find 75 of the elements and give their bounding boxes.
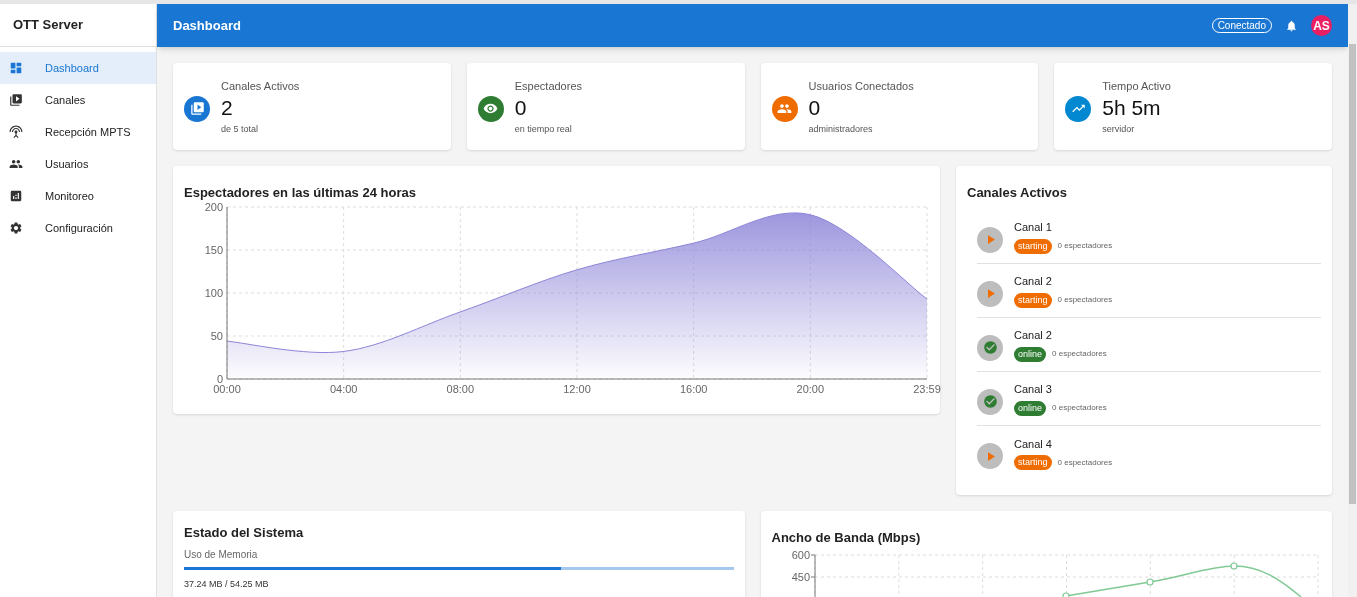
- card-title: Estado del Sistema: [184, 525, 304, 540]
- axis-tick-label: 150: [204, 244, 223, 256]
- video-library-icon: [189, 101, 205, 116]
- stat-label: Tiempo Activo: [1102, 78, 1171, 93]
- settings-icon: [9, 221, 23, 235]
- stat-caption: servidor: [1102, 122, 1136, 135]
- stat-label: Canales Activos: [221, 78, 300, 93]
- status-badge: starting: [1014, 455, 1052, 471]
- nav-item[interactable]: Dashboard: [0, 52, 156, 84]
- axis-tick-label: 04:00: [329, 383, 358, 395]
- antenna-icon: [9, 125, 23, 139]
- app-title: OTT Server: [13, 16, 84, 35]
- channel-name: Canal 2: [1014, 328, 1053, 344]
- notification-bell-icon[interactable]: [1285, 18, 1298, 33]
- eye-icon: [483, 101, 499, 116]
- nav-item[interactable]: Usuarios: [0, 148, 156, 180]
- axis-tick-label: 12:00: [563, 383, 591, 395]
- dashboard-icon: [9, 61, 23, 75]
- stat-value: 5h 5m: [1102, 94, 1162, 121]
- axis-tick-label: 23:59: [913, 383, 941, 395]
- video-library-icon: [9, 93, 23, 107]
- channel-row[interactable]: Canal 2 online 0 espectadores: [977, 318, 1321, 372]
- stat-label: Usuarios Conectados: [808, 78, 914, 93]
- status-badge: online: [1014, 346, 1047, 362]
- nav-item[interactable]: Canales: [0, 84, 156, 116]
- viewer-count: 0 espectadores: [1057, 294, 1113, 307]
- chart-title: Espectadores en las últimas 24 horas: [184, 185, 416, 200]
- axis-tick-label: 600: [791, 549, 810, 561]
- channel-row[interactable]: Canal 3 online 0 espectadores: [977, 372, 1321, 426]
- stat-value: 2: [221, 94, 234, 121]
- axis-tick-label: 20:00: [796, 383, 825, 395]
- stat-label: Espectadores: [514, 78, 582, 93]
- channel-name: Canal 3: [1014, 382, 1053, 398]
- status-badge: starting: [1014, 292, 1052, 308]
- memory-label: Uso de Memoria: [184, 549, 258, 560]
- axis-tick-label: 08:00: [446, 383, 475, 395]
- viewer-count: 0 espectadores: [1057, 240, 1113, 253]
- card-title: Canales Activos: [967, 185, 1067, 200]
- viewer-count: 0 espectadores: [1057, 456, 1113, 469]
- user-avatar[interactable]: AS: [1311, 15, 1332, 36]
- nav-item[interactable]: Configuración: [0, 212, 156, 244]
- axis-tick-label: 16:00: [679, 383, 708, 395]
- nav-item[interactable]: Monitoreo: [0, 180, 156, 212]
- chart-title: Ancho de Banda (Mbps): [771, 530, 921, 545]
- data-point: [1229, 562, 1238, 570]
- nav-item[interactable]: Recepción MPTS: [0, 116, 156, 148]
- channel-name: Canal 4: [1014, 436, 1053, 452]
- stat-value: 0: [514, 94, 528, 121]
- viewer-count: 0 espectadores: [1052, 348, 1107, 361]
- stat-caption: administradores: [808, 122, 874, 135]
- stat-value: 0: [808, 94, 822, 121]
- axis-tick-label: 00:00: [213, 383, 241, 395]
- axis-tick-label: 0: [216, 373, 223, 385]
- status-badge: starting: [1014, 238, 1052, 254]
- channel-row[interactable]: Canal 2 starting 0 espectadores: [977, 264, 1321, 318]
- channel-name: Canal 1: [1014, 220, 1053, 236]
- users-icon: [9, 157, 23, 171]
- axis-tick-label: 100: [204, 287, 223, 299]
- axis-tick-label: 200: [204, 201, 223, 213]
- viewer-count: 0 espectadores: [1052, 402, 1107, 415]
- memory-reading: 37.24 MB / 54.25 MB: [184, 579, 269, 589]
- data-point: [1145, 578, 1154, 586]
- page-title: Dashboard: [173, 16, 242, 35]
- stat-caption: en tiempo real: [514, 122, 573, 135]
- channel-row[interactable]: Canal 1 starting 0 espectadores: [977, 210, 1321, 264]
- axis-tick-label: 450: [791, 571, 810, 583]
- channel-name: Canal 2: [1014, 274, 1053, 290]
- axis-tick-label: 50: [210, 330, 223, 342]
- y-axis: [810, 554, 815, 597]
- stat-caption: de 5 total: [221, 122, 260, 135]
- scrollbar[interactable]: [1348, 4, 1357, 597]
- status-badge: online: [1014, 400, 1047, 416]
- channel-row[interactable]: Canal 4 starting 0 espectadores: [977, 426, 1321, 480]
- bar-chart-icon: [9, 189, 23, 203]
- users-icon: [777, 101, 792, 116]
